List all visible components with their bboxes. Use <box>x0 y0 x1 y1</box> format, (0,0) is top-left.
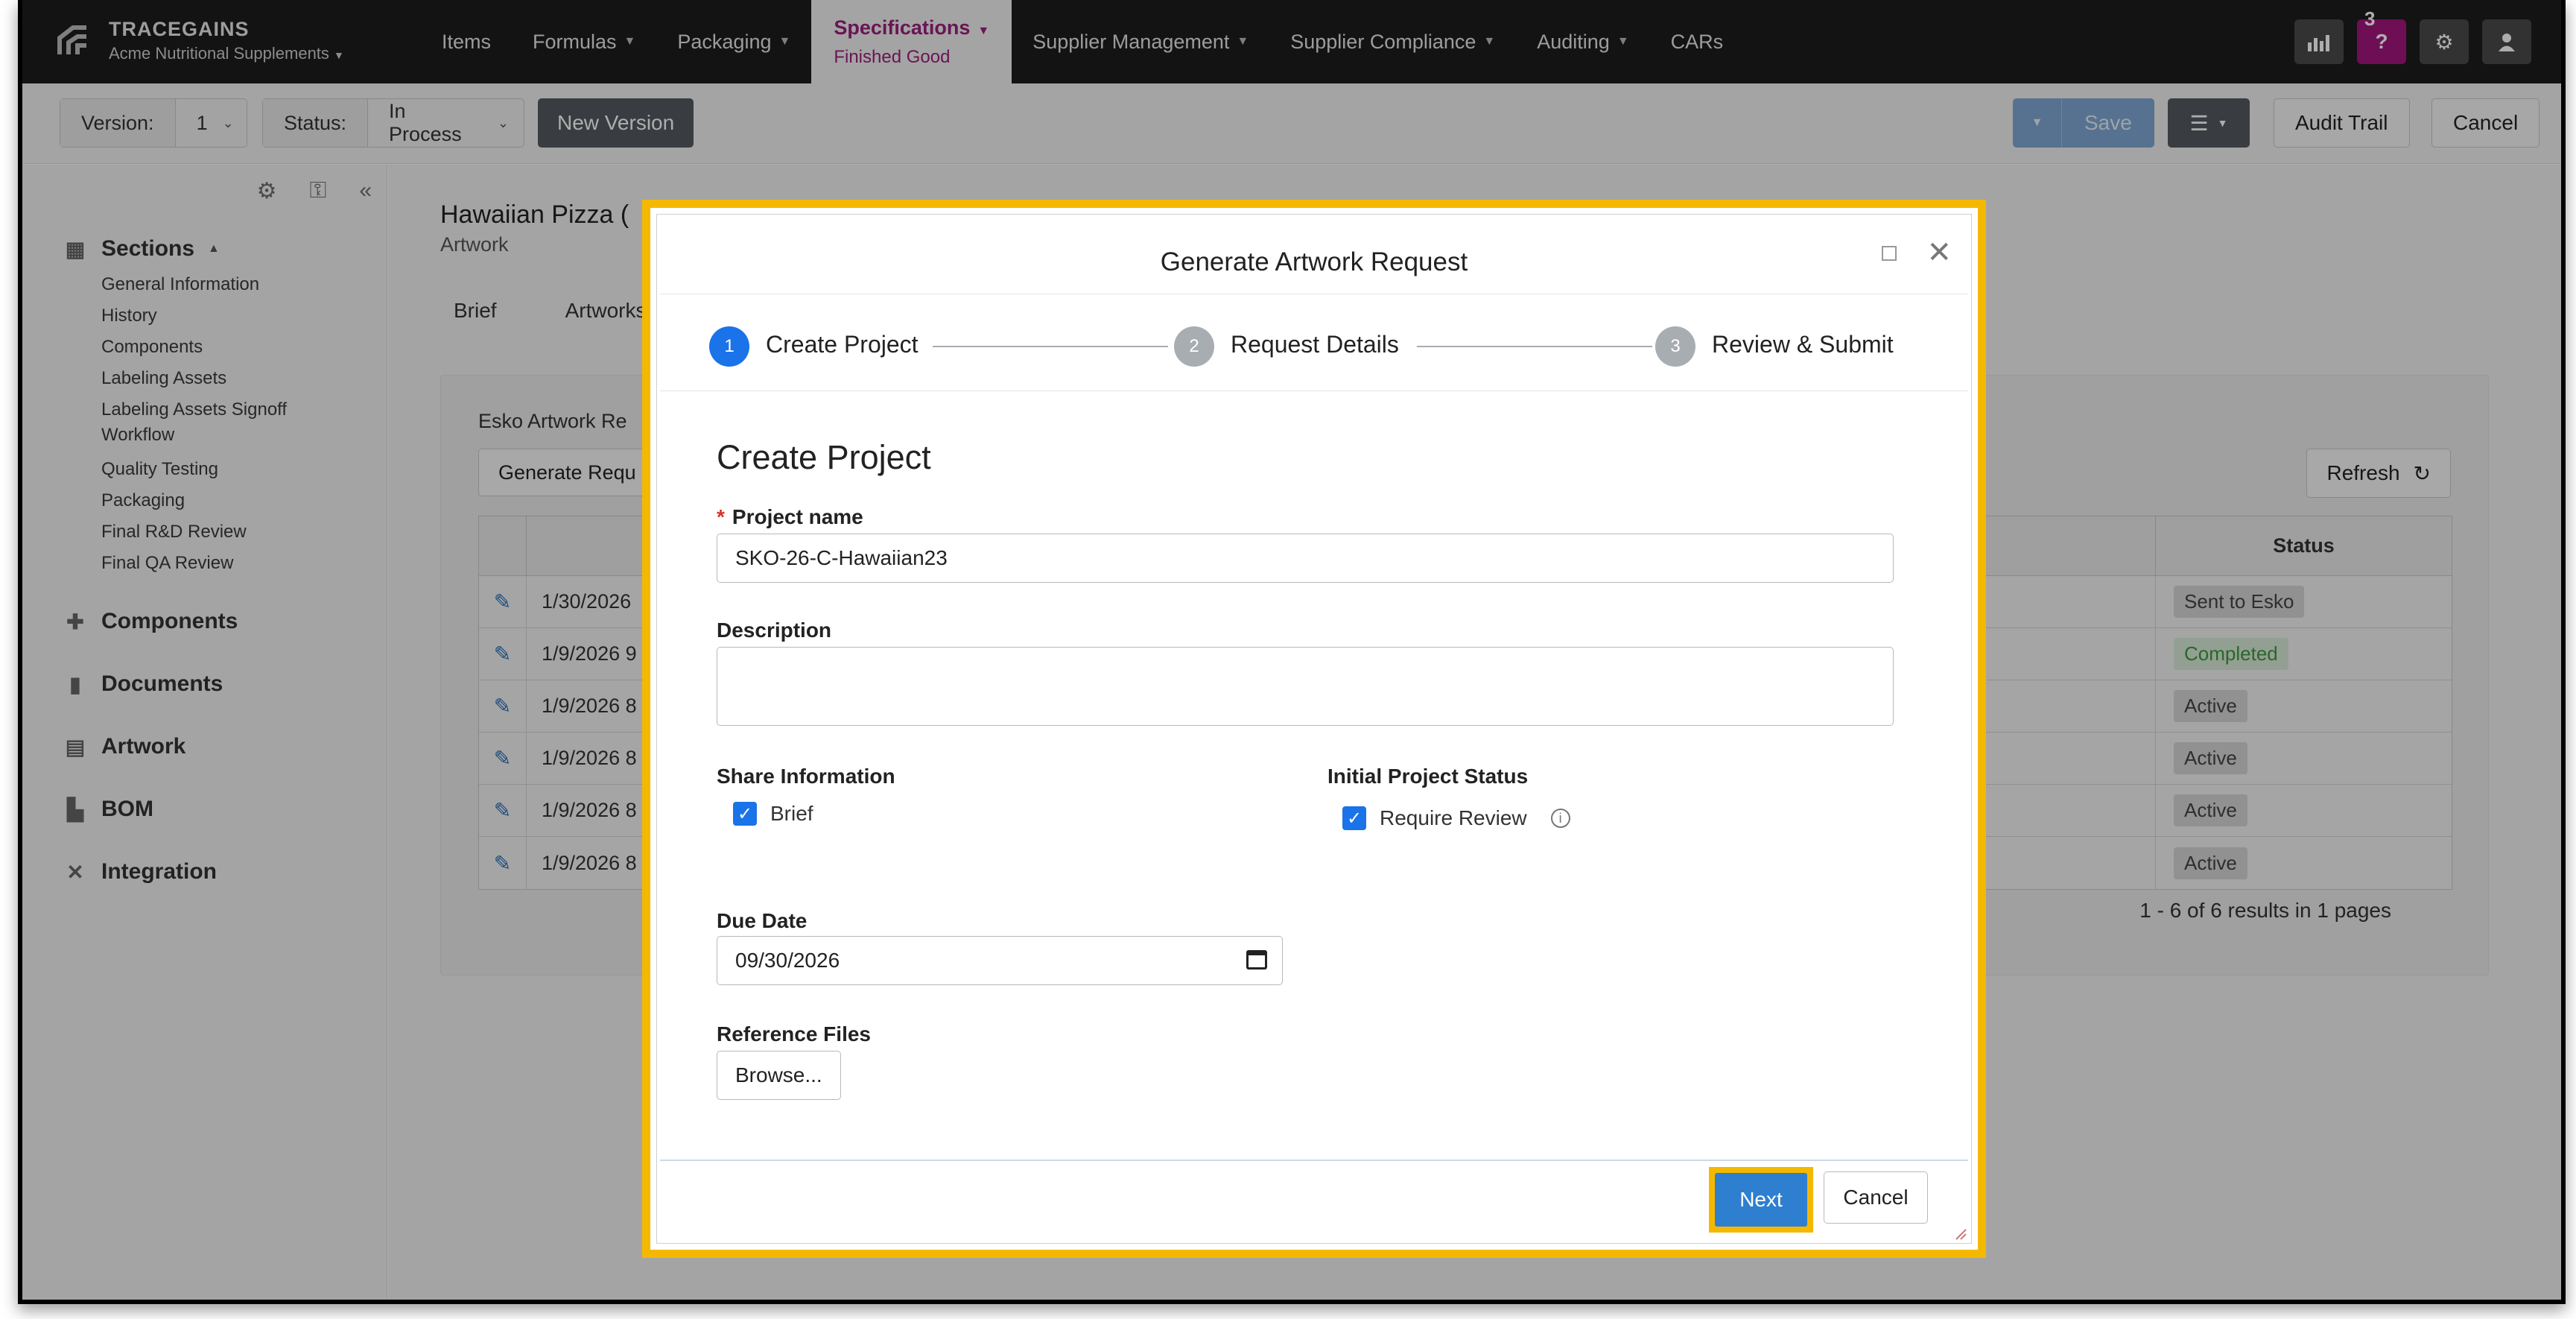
dialog-cancel-button[interactable]: Cancel <box>1824 1171 1928 1224</box>
due-date-label: Due Date <box>717 909 808 932</box>
step-3-label: Review & Submit <box>1712 331 1894 358</box>
step-connector <box>1417 346 1652 347</box>
app-window: TRACEGAINS Acme Nutritional Supplements … <box>18 0 2566 1304</box>
wizard-stepper: 1 Create Project 2 Request Details 3 Rev… <box>709 325 1946 367</box>
share-information-label: Share Information <box>717 765 895 788</box>
share-brief-checkbox[interactable]: ✓ Brief <box>733 802 813 826</box>
checkbox-label: Brief <box>770 802 813 825</box>
next-highlight-frame: Next <box>1709 1167 1813 1233</box>
due-date-input[interactable]: 09/30/2026 <box>717 936 1283 985</box>
maximize-icon[interactable] <box>1882 246 1897 261</box>
project-name-input[interactable]: SKO-26-C-Hawaiian23 <box>717 534 1894 583</box>
info-icon[interactable]: i <box>1550 809 1570 828</box>
next-button[interactable]: Next <box>1715 1173 1807 1227</box>
calendar-icon[interactable] <box>1246 950 1267 970</box>
close-icon[interactable]: ✕ <box>1926 235 1952 270</box>
dialog-title: Generate Artwork Request <box>1160 247 1468 276</box>
checkbox-checked-icon: ✓ <box>1342 806 1366 830</box>
required-marker: * <box>717 505 725 528</box>
divider <box>660 390 1968 391</box>
step-2-marker: 2 <box>1174 326 1214 367</box>
description-label: Description <box>717 619 832 642</box>
project-name-label: * Project name <box>717 505 863 528</box>
dialog-footer: Next Cancel <box>660 1160 1968 1243</box>
step-connector <box>933 346 1168 347</box>
step-2-label: Request Details <box>1231 331 1399 358</box>
due-date-value: 09/30/2026 <box>735 949 840 972</box>
reference-files-label: Reference Files <box>717 1022 871 1046</box>
generate-artwork-dialog: Generate Artwork Request ✕ 1 Create Proj… <box>656 214 1972 1244</box>
checkbox-label: Require Review <box>1380 806 1527 829</box>
step-1-marker: 1 <box>709 326 749 367</box>
step-3-marker: 3 <box>1655 326 1695 367</box>
require-review-checkbox[interactable]: ✓ Require Review i <box>1342 806 1570 830</box>
modal-highlight-frame: Generate Artwork Request ✕ 1 Create Proj… <box>642 200 1986 1258</box>
resize-grip-icon[interactable] <box>1955 1228 1967 1240</box>
description-textarea[interactable] <box>717 647 1894 726</box>
step-1-label: Create Project <box>766 331 919 358</box>
checkbox-checked-icon: ✓ <box>733 802 757 826</box>
section-title: Create Project <box>717 438 931 476</box>
initial-status-label: Initial Project Status <box>1327 765 1529 788</box>
browse-button[interactable]: Browse... <box>717 1051 841 1100</box>
